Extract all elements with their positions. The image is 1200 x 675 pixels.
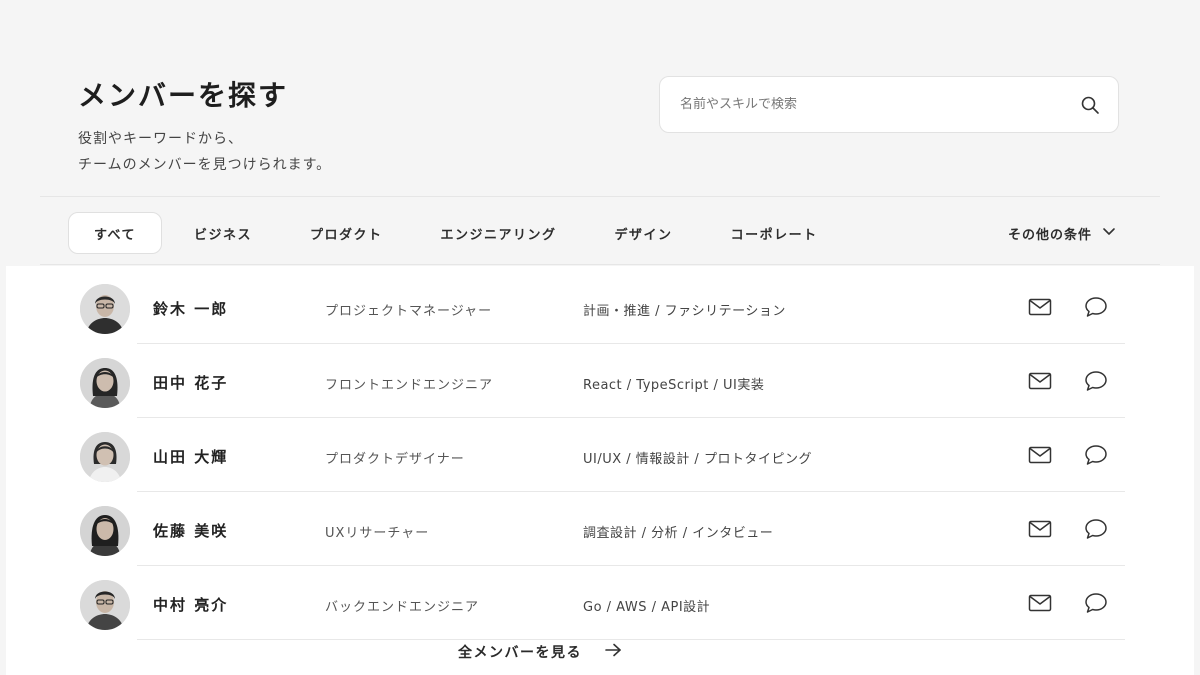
member-name[interactable]: 鈴木 一郎 bbox=[153, 298, 228, 319]
member-skills: 調査設計 / 分析 / インタビュー bbox=[583, 526, 774, 541]
avatar bbox=[80, 284, 130, 334]
member-name[interactable]: 田中 花子 bbox=[153, 372, 228, 393]
chat-bubble-icon[interactable] bbox=[1083, 370, 1109, 392]
mail-icon[interactable] bbox=[1027, 370, 1053, 392]
tab-corporate[interactable]: コーポレート bbox=[705, 212, 844, 254]
member-name[interactable]: 佐藤 美咲 bbox=[153, 520, 228, 541]
member-skills: UI/UX / 情報設計 / プロトタイピング bbox=[583, 452, 812, 467]
member-row[interactable]: 山田 大輝 プロダクトデザイナー UI/UX / 情報設計 / プロトタイピング bbox=[6, 418, 1194, 492]
member-row[interactable]: 鈴木 一郎 プロジェクトマネージャー 計画・推進 / ファシリテーション bbox=[6, 270, 1194, 344]
member-name[interactable]: 山田 大輝 bbox=[153, 446, 228, 467]
search-input[interactable] bbox=[680, 97, 1078, 112]
tab-design[interactable]: デザイン bbox=[589, 212, 699, 254]
member-directory-page: メンバーを探す 役割やキーワードから、 チームのメンバーを見つけられます。 すべ… bbox=[0, 0, 1200, 675]
search-icon[interactable] bbox=[1078, 93, 1102, 117]
view-all-label: 全メンバーを見る bbox=[458, 645, 582, 661]
member-skills: React / TypeScript / UI実装 bbox=[583, 378, 765, 393]
member-skills: Go / AWS / API設計 bbox=[583, 600, 711, 615]
member-name[interactable]: 中村 亮介 bbox=[153, 594, 228, 615]
page-description-line-1: 役割やキーワードから、 bbox=[78, 131, 243, 147]
avatar bbox=[80, 358, 130, 408]
more-filters-label: その他の条件 bbox=[1007, 227, 1092, 243]
mail-icon[interactable] bbox=[1027, 444, 1053, 466]
member-role: フロントエンドエンジニア bbox=[325, 378, 494, 393]
member-role: UXリサーチャー bbox=[325, 526, 430, 541]
member-row[interactable]: 佐藤 美咲 UXリサーチャー 調査設計 / 分析 / インタビュー bbox=[6, 492, 1194, 566]
member-skills: 計画・推進 / ファシリテーション bbox=[583, 304, 786, 319]
header-divider bbox=[40, 196, 1160, 197]
tab-business[interactable]: ビジネス bbox=[168, 212, 278, 254]
mail-icon[interactable] bbox=[1027, 296, 1053, 318]
member-row[interactable]: 田中 花子 フロントエンドエンジニア React / TypeScript / … bbox=[6, 344, 1194, 418]
more-filters-button[interactable]: その他の条件 bbox=[1008, 222, 1116, 244]
chat-bubble-icon[interactable] bbox=[1083, 444, 1109, 466]
tab-engineering[interactable]: エンジニアリング bbox=[415, 212, 583, 254]
tab-all[interactable]: すべて bbox=[68, 212, 162, 254]
chat-bubble-icon[interactable] bbox=[1083, 592, 1109, 614]
arrow-right-icon bbox=[604, 643, 622, 661]
chat-bubble-icon[interactable] bbox=[1083, 296, 1109, 318]
category-tabs: すべて ビジネス プロダクト エンジニアリング デザイン コーポレート bbox=[68, 211, 844, 255]
page-description-line-2: チームのメンバーを見つけられます。 bbox=[78, 157, 332, 173]
tabs-divider bbox=[40, 264, 1160, 265]
member-row[interactable]: 中村 亮介 バックエンドエンジニア Go / AWS / API設計 bbox=[6, 566, 1194, 640]
member-list: 鈴木 一郎 プロジェクトマネージャー 計画・推進 / ファシリテーション 田中 … bbox=[6, 266, 1194, 675]
row-divider bbox=[137, 639, 1125, 640]
mail-icon[interactable] bbox=[1027, 518, 1053, 540]
page-description: 役割やキーワードから、 チームのメンバーを見つけられます。 bbox=[78, 126, 331, 178]
avatar bbox=[80, 432, 130, 482]
member-role: バックエンドエンジニア bbox=[325, 600, 480, 615]
chevron-down-icon bbox=[1102, 226, 1116, 241]
mail-icon[interactable] bbox=[1027, 592, 1053, 614]
chat-bubble-icon[interactable] bbox=[1083, 518, 1109, 540]
avatar bbox=[80, 506, 130, 556]
member-role: プロダクトデザイナー bbox=[325, 452, 465, 467]
view-all-members-link[interactable]: 全メンバーを見る bbox=[458, 641, 622, 663]
avatar bbox=[80, 580, 130, 630]
tab-product[interactable]: プロダクト bbox=[284, 212, 409, 254]
member-role: プロジェクトマネージャー bbox=[325, 304, 493, 319]
page-title: メンバーを探す bbox=[78, 79, 289, 112]
search-box[interactable] bbox=[659, 76, 1119, 133]
